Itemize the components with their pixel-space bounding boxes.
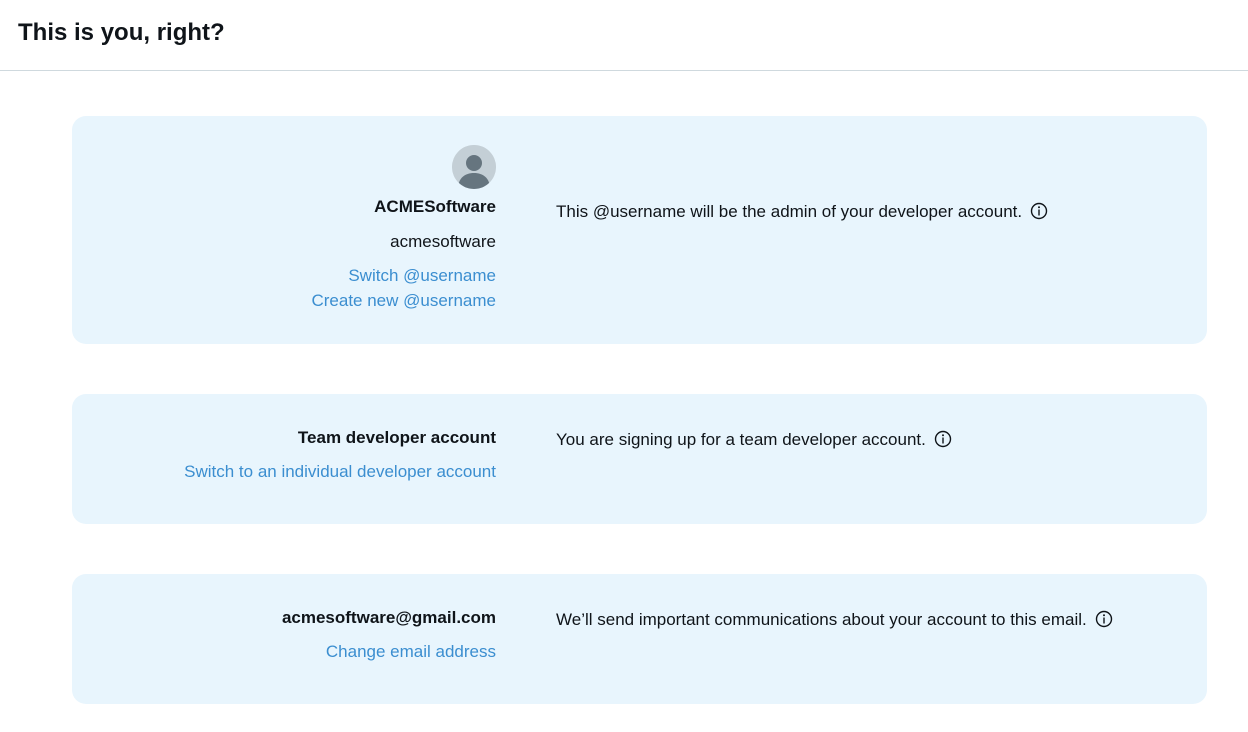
page-header: This is you, right? [0, 0, 1248, 71]
create-username-link[interactable]: Create new @username [72, 288, 496, 313]
team-card-left: Team developer account Switch to an indi… [72, 427, 496, 484]
email-card-description: We’ll send important communications abou… [556, 609, 1113, 631]
switch-individual-account-link[interactable]: Switch to an individual developer accoun… [72, 459, 496, 484]
team-card-description: You are signing up for a team developer … [556, 429, 952, 451]
account-card-left: ACMESoftware acmesoftware Switch @userna… [72, 145, 496, 313]
default-avatar-icon [452, 145, 496, 189]
switch-username-link[interactable]: Switch @username [72, 263, 496, 288]
account-description-text: This @username will be the admin of your… [556, 202, 1023, 221]
team-account-card: Team developer account Switch to an indi… [72, 394, 1207, 524]
info-circle-icon[interactable] [1030, 202, 1048, 220]
page-title: This is you, right? [18, 19, 225, 46]
change-email-link[interactable]: Change email address [72, 639, 496, 664]
avatar [72, 145, 496, 189]
account-card: ACMESoftware acmesoftware Switch @userna… [72, 116, 1207, 344]
email-card: acmesoftware@gmail.com Change email addr… [72, 574, 1207, 704]
info-circle-icon[interactable] [1095, 610, 1113, 628]
team-description-text: You are signing up for a team developer … [556, 430, 926, 449]
username: acmesoftware [390, 232, 496, 251]
email-card-left: acmesoftware@gmail.com Change email addr… [72, 607, 496, 664]
email-description-text: We’ll send important communications abou… [556, 610, 1087, 629]
account-type: Team developer account [297, 428, 496, 447]
account-card-description: This @username will be the admin of your… [556, 201, 1048, 223]
display-name: ACMESoftware [374, 197, 496, 216]
email-address: acmesoftware@gmail.com [281, 608, 496, 627]
info-circle-icon[interactable] [934, 430, 952, 448]
